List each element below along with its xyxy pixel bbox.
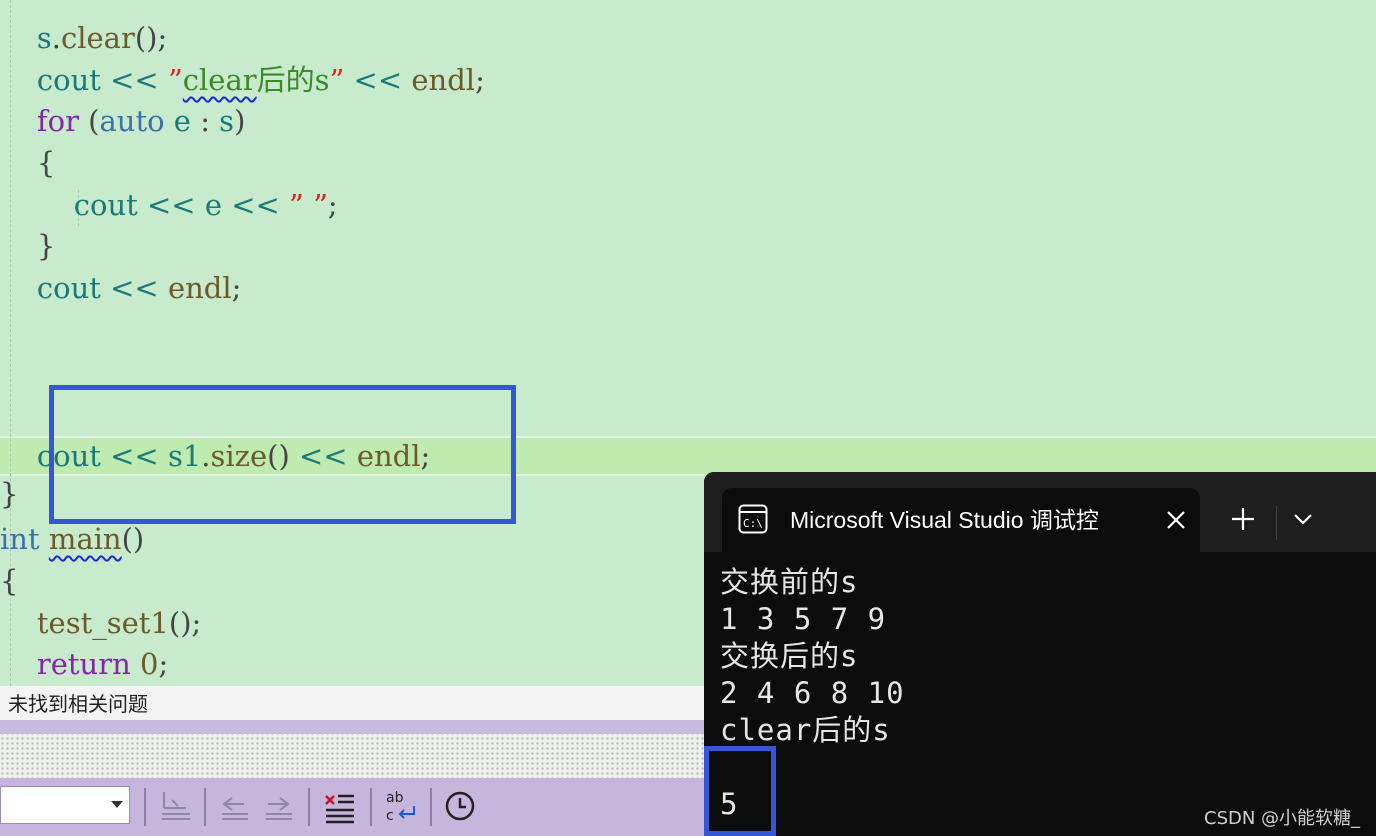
code-token: clear bbox=[60, 21, 135, 55]
code-token: int bbox=[0, 522, 40, 556]
clear-list-icon[interactable] bbox=[320, 786, 360, 826]
code-line[interactable]: cout << ”clear后的s” << endl; bbox=[0, 59, 485, 101]
code-token: main bbox=[48, 522, 122, 556]
terminal-tab-bar: C:\ Microsoft Visual Studio 调试控 bbox=[704, 472, 1376, 552]
code-token: e bbox=[164, 104, 201, 138]
code-token: clear bbox=[182, 63, 257, 97]
code-token: (); bbox=[168, 606, 202, 640]
code-token: ; bbox=[327, 188, 338, 222]
code-token: : bbox=[200, 104, 210, 138]
panel-splitter[interactable] bbox=[0, 720, 706, 734]
code-token: . bbox=[51, 21, 61, 55]
svg-text:ab: ab bbox=[386, 790, 404, 806]
code-token: ” bbox=[167, 63, 183, 97]
plus-icon bbox=[1232, 508, 1254, 530]
annotation-box-output bbox=[704, 746, 776, 836]
terminal-line: clear后的s bbox=[720, 713, 891, 747]
code-token: << bbox=[100, 271, 168, 305]
code-line[interactable]: s.clear(); bbox=[0, 17, 167, 59]
close-icon[interactable] bbox=[1162, 506, 1190, 534]
debug-console-window[interactable]: C:\ Microsoft Visual Studio 调试控 交换前的s 1 … bbox=[704, 472, 1376, 836]
code-token: test_set1 bbox=[0, 606, 169, 640]
code-token: cout bbox=[0, 188, 138, 222]
code-line[interactable]: for (auto e : s) bbox=[0, 100, 246, 142]
code-token: cout bbox=[0, 271, 101, 305]
code-token: ; bbox=[158, 647, 169, 681]
code-token: for bbox=[0, 104, 79, 138]
code-line[interactable]: test_set1(); bbox=[0, 602, 201, 644]
outdent-left-icon[interactable] bbox=[214, 786, 254, 826]
outdent-right-icon[interactable] bbox=[258, 786, 298, 826]
chevron-down-icon[interactable] bbox=[1292, 508, 1314, 530]
code-token: 后的s bbox=[256, 63, 330, 97]
code-token: s bbox=[209, 104, 235, 138]
bottom-toolbar: ab c bbox=[0, 778, 706, 836]
filter-dropdown[interactable] bbox=[0, 786, 130, 824]
watermark: CSDN @小能软糖_ bbox=[1204, 808, 1361, 829]
code-token: ) bbox=[234, 104, 246, 138]
code-token: { bbox=[0, 564, 19, 598]
terminal-tab[interactable]: C:\ Microsoft Visual Studio 调试控 bbox=[722, 488, 1200, 552]
code-token: auto bbox=[99, 104, 165, 138]
code-line[interactable]: cout << e << ” ”; bbox=[0, 184, 338, 226]
toolbar-separator bbox=[204, 788, 206, 826]
terminal-line: 交换后的s bbox=[720, 639, 859, 673]
code-token: << bbox=[100, 63, 168, 97]
code-token: e bbox=[204, 188, 222, 222]
code-token: endl bbox=[411, 63, 476, 97]
code-line[interactable]: int main() bbox=[0, 518, 144, 560]
error-list-status: 未找到相关问题 bbox=[0, 686, 706, 720]
toolbar-separator bbox=[370, 788, 372, 826]
code-line[interactable]: cout << endl; bbox=[0, 267, 242, 309]
code-token: ; bbox=[475, 63, 485, 97]
code-line[interactable]: return 0; bbox=[0, 643, 168, 685]
svg-text:c: c bbox=[386, 808, 394, 824]
code-token: cout bbox=[0, 63, 101, 97]
code-token: ” bbox=[329, 63, 345, 97]
toolbar-separator bbox=[308, 788, 310, 826]
code-token: { bbox=[0, 146, 56, 180]
code-token: } bbox=[0, 477, 19, 511]
code-token: ” ” bbox=[289, 188, 328, 222]
code-token: } bbox=[0, 229, 56, 263]
new-tab-button[interactable] bbox=[1228, 504, 1258, 534]
code-token: << bbox=[137, 188, 205, 222]
console-icon: C:\ bbox=[738, 504, 768, 538]
terminal-line: 交换前的s bbox=[720, 565, 859, 599]
terminal-tab-title: Microsoft Visual Studio 调试控 bbox=[790, 507, 1099, 533]
code-token: ( bbox=[78, 104, 100, 138]
toolbar-separator bbox=[144, 788, 146, 826]
code-line[interactable]: } bbox=[0, 225, 55, 267]
terminal-line: 2 4 6 8 10 bbox=[720, 676, 905, 710]
tab-divider bbox=[1276, 506, 1277, 540]
panel-grip[interactable] bbox=[0, 734, 706, 778]
code-token: () bbox=[121, 522, 145, 556]
spell-check-icon[interactable]: ab c bbox=[380, 786, 420, 826]
code-token: 0 bbox=[140, 647, 159, 681]
code-line[interactable]: { bbox=[0, 560, 18, 602]
toolbar-separator bbox=[430, 788, 432, 826]
code-line[interactable]: { bbox=[0, 142, 55, 184]
code-token: s bbox=[0, 21, 52, 55]
chevron-down-icon[interactable] bbox=[111, 801, 123, 808]
code-token: << bbox=[344, 63, 412, 97]
code-token: (); bbox=[134, 21, 168, 55]
code-token: endl bbox=[167, 271, 232, 305]
terminal-line: 1 3 5 7 9 bbox=[720, 602, 887, 636]
code-token: return bbox=[0, 647, 131, 681]
svg-text:C:\: C:\ bbox=[743, 517, 763, 530]
error-list-message: 未找到相关问题 bbox=[8, 692, 148, 716]
history-icon[interactable] bbox=[440, 786, 480, 826]
code-token: ; bbox=[231, 271, 242, 305]
annotation-box-code bbox=[49, 385, 516, 524]
code-line[interactable]: } bbox=[0, 473, 18, 515]
indent-icon[interactable] bbox=[156, 786, 196, 826]
code-token: << bbox=[222, 188, 290, 222]
